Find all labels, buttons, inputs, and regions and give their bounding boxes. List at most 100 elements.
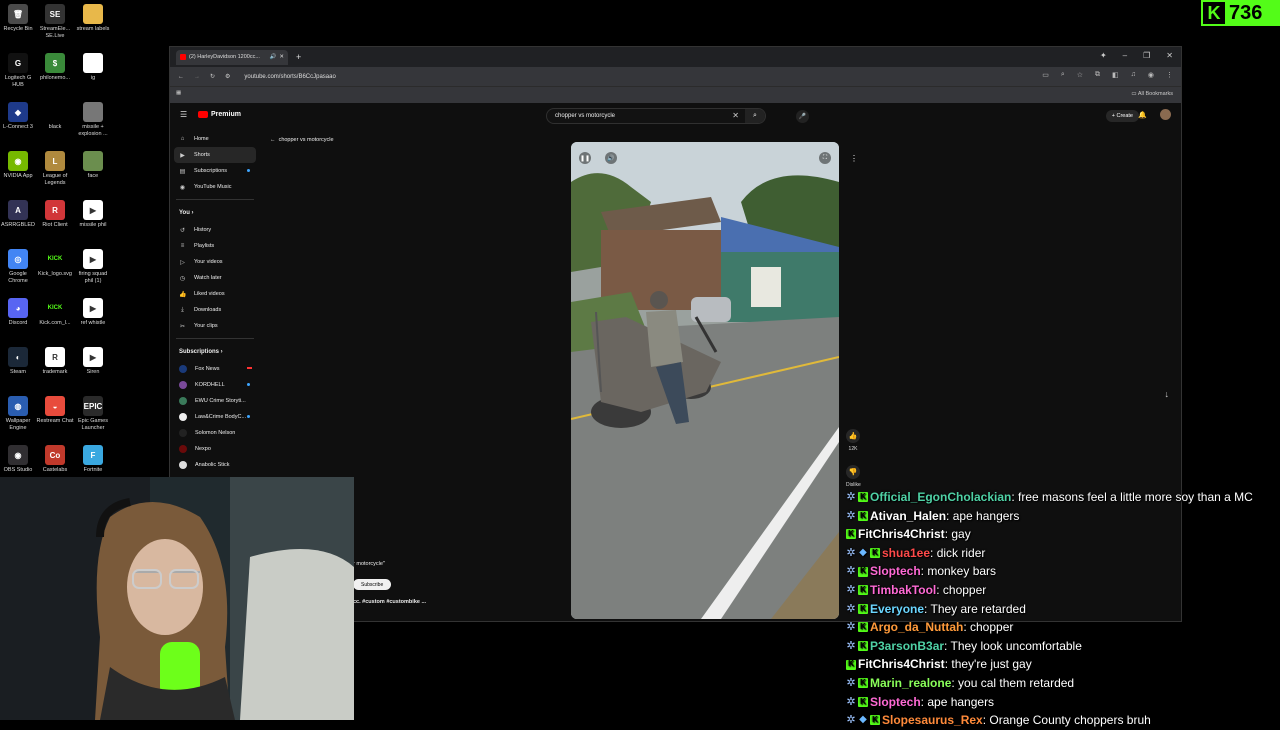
menu-icon[interactable]: ⋮	[1166, 71, 1173, 79]
desktop-icon[interactable]: ◉ NVIDIA App	[0, 151, 37, 180]
desktop-icon[interactable]: ▶ firing squad phil (1)	[74, 249, 112, 285]
sidebar-item-history[interactable]: ↺ History	[170, 222, 260, 238]
chat-message: ✲ K Official_EgonCholackian: free masons f…	[846, 488, 1280, 507]
maximize-icon[interactable]: ❐	[1143, 51, 1150, 60]
you-section-header[interactable]: You ›	[170, 204, 260, 222]
desktop-icon[interactable]: R Riot Client	[36, 200, 74, 229]
search-icon[interactable]: ⌕	[745, 109, 765, 123]
more-options-icon[interactable]: ⋮	[850, 154, 858, 163]
desktop-icon[interactable]: KICK Kick_logo.svg	[36, 249, 74, 278]
browser-tab[interactable]: (2) HarleyDavidson 1200cc... 🔊 ✕	[176, 49, 288, 65]
notifications-bell-icon[interactable]: 🔔	[1138, 111, 1147, 119]
sidebar-subscription[interactable]: EWU Crime Storyti...	[170, 393, 260, 409]
clear-search-icon[interactable]: ✕	[732, 111, 739, 120]
desktop-icon[interactable]: ◆ L-Connect 3	[0, 102, 37, 131]
desktop-icon[interactable]: EPIC Epic Games Launcher	[74, 396, 112, 432]
audio-icon[interactable]: 🔊	[270, 54, 277, 60]
hamburger-menu-icon[interactable]: ☰	[180, 110, 187, 119]
sidebar-subscription[interactable]: Solomon Nelson	[170, 425, 260, 441]
desktop-icon[interactable]: G Logitech G HUB	[0, 53, 37, 89]
url-field[interactable]: youtube.com/shorts/B6CcJpasaao	[244, 74, 335, 80]
ai-sparkle-icon[interactable]: ✦	[1100, 51, 1107, 60]
like-button[interactable]: 👍	[846, 429, 860, 443]
subscribe-button[interactable]: Subscribe	[353, 579, 392, 590]
pause-icon[interactable]: ❚❚	[579, 152, 591, 164]
desktop-icon[interactable]: SE StreamEle... SE.Live	[36, 4, 74, 40]
desktop-icon[interactable]: ◒ Restream Chat	[36, 396, 74, 425]
reload-icon[interactable]: ↻	[210, 73, 215, 80]
new-tab-icon[interactable]: +	[296, 52, 301, 62]
subscription-label: Law&Crime BodyC...	[195, 414, 247, 420]
apps-grid-icon[interactable]: ▦	[176, 90, 181, 96]
volume-icon[interactable]: 🔊	[605, 152, 617, 164]
desktop-icon[interactable]: F Fortnite	[74, 445, 112, 474]
sidebar-item-home[interactable]: ⌂ Home	[170, 131, 260, 147]
bookmark-star-icon[interactable]: ☆	[1077, 71, 1083, 79]
castelabs-icon: Co	[45, 445, 65, 465]
desktop-icon[interactable]: ◉ OBS Studio	[0, 445, 37, 474]
search-input[interactable]: chopper vs motorcycle ✕ ⌕	[546, 108, 766, 124]
forward-icon[interactable]: →	[194, 74, 200, 80]
sidebar-item-your-clips[interactable]: ✂ Your clips	[170, 318, 260, 334]
avatar[interactable]	[1160, 109, 1171, 120]
profile-icon[interactable]: ◉	[1148, 71, 1154, 79]
desktop-icon[interactable]: ▶ Siren	[74, 347, 112, 376]
microphone-icon[interactable]: 🎤	[796, 110, 809, 123]
desktop-icon[interactable]: ◕ Discord	[0, 298, 37, 327]
sidebar-item-your-videos[interactable]: ▷ Your videos	[170, 254, 260, 270]
fullscreen-icon[interactable]: ⛶	[819, 152, 831, 164]
desktop-icon[interactable]: L League of Legends	[36, 151, 74, 187]
desktop-icon[interactable]: ◎ Google Chrome	[0, 249, 37, 285]
sidebar-item-watch-later[interactable]: ◷ Watch later	[170, 270, 260, 286]
shorts-video-player[interactable]: ❚❚ 🔊 ⛶	[571, 142, 839, 619]
dislike-button[interactable]: 👎	[846, 465, 860, 479]
desktop-icon[interactable]: Rtrademark	[36, 347, 74, 376]
desktop-icon[interactable]: face	[74, 151, 112, 180]
desktop-icon[interactable]: KICK Kick.com_l...	[36, 298, 74, 327]
desktop-icon[interactable]: missile + explosion ...	[74, 102, 112, 138]
all-bookmarks[interactable]: ▭ All Bookmarks	[1131, 91, 1173, 97]
desktop-icon[interactable]: ◍ Wallpaper Engine	[0, 396, 37, 432]
desktop-icon[interactable]: 🗑 Recycle Bin	[0, 4, 37, 33]
sidebar-item-liked-videos[interactable]: 👍 Liked videos	[170, 286, 260, 302]
desktop-icon[interactable]: stream labels	[74, 4, 112, 33]
sidebar-item-youtube-music[interactable]: ◉ YouTube Music	[170, 179, 260, 195]
site-info-icon[interactable]: ⚙	[225, 73, 230, 80]
desktop-icon[interactable]: $ philonemo...	[36, 53, 74, 82]
desktop-icon[interactable]: ig	[74, 53, 112, 82]
sidebar-subscription[interactable]: KORDHELL	[170, 377, 260, 393]
extensions-icon[interactable]: ⧉	[1095, 71, 1100, 79]
sidebar-item-subscriptions[interactable]: ▤ Subscriptions	[170, 163, 260, 179]
text-file-icon	[83, 53, 103, 73]
close-window-icon[interactable]: ✕	[1166, 51, 1173, 60]
sidebar-subscription[interactable]: Law&Crime BodyC...	[170, 409, 260, 425]
sidebar-item-shorts[interactable]: ▶ Shorts	[174, 147, 256, 163]
desktop-icon[interactable]: ◐ Steam	[0, 347, 37, 376]
back-to-search[interactable]: ← chopper vs motorcycle	[270, 137, 334, 143]
close-tab-icon[interactable]: ✕	[279, 54, 284, 60]
subscriptions-section-header[interactable]: Subscriptions ›	[170, 343, 260, 361]
back-icon[interactable]: ←	[178, 74, 184, 80]
chat-text: : they're just gay	[944, 657, 1032, 672]
create-button[interactable]: + Create	[1105, 110, 1139, 122]
sidebar-item-playlists[interactable]: ≡ Playlists	[170, 238, 260, 254]
desktop-icon[interactable]: Co Castelabs	[36, 445, 74, 474]
next-short-icon[interactable]: ↓	[1165, 389, 1170, 399]
minimize-icon[interactable]: –	[1123, 51, 1127, 60]
sidebar-subscription[interactable]: Anabolic Stick	[170, 457, 260, 473]
channel-avatar	[179, 397, 187, 405]
sidebar-item-downloads[interactable]: ⤓ Downloads	[170, 302, 260, 318]
sidepanel-icon[interactable]: ◧	[1112, 71, 1119, 79]
media-icon[interactable]: ♫	[1131, 71, 1136, 79]
desktop-icon[interactable]: black	[36, 102, 74, 131]
cast-icon[interactable]: ▭	[1042, 71, 1049, 79]
desktop-icon-label: ref whistle	[80, 320, 106, 326]
youtube-logo[interactable]: Premium	[198, 111, 241, 118]
discord-icon: ◕	[8, 298, 28, 318]
desktop-icon[interactable]: A ASRRGBLED	[0, 200, 37, 229]
sidebar-subscription[interactable]: Nexpo	[170, 441, 260, 457]
sidebar-subscription[interactable]: Fox News	[170, 361, 260, 377]
desktop-icon[interactable]: ▶ missile phil	[74, 200, 112, 229]
zoom-icon[interactable]: ⌕	[1061, 71, 1065, 79]
desktop-icon[interactable]: ▶ ref whistle	[74, 298, 112, 327]
